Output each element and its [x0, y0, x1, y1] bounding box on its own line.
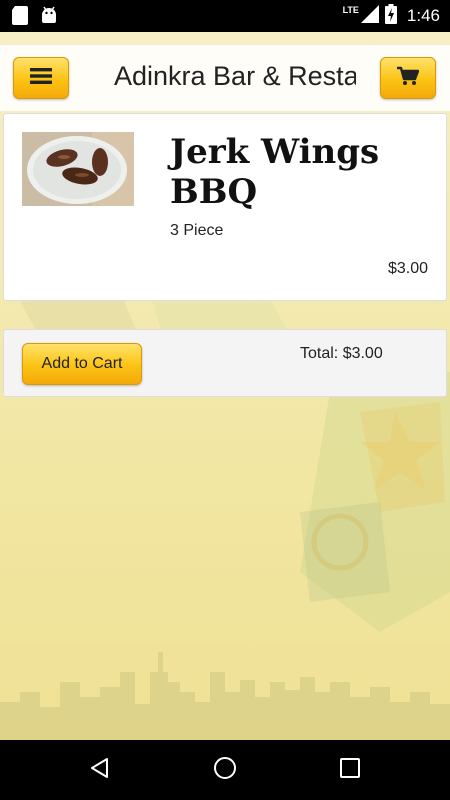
item-price: $3.00 [387, 260, 428, 277]
jerk-wings-photo [22, 132, 134, 206]
back-button[interactable] [84, 754, 116, 786]
recents-icon [340, 758, 360, 782]
sd-card-icon [12, 6, 28, 29]
status-time: 1:46 [406, 6, 440, 25]
menu-item-card: Jerk Wings BBQ 3 Piece $3.00 [3, 113, 447, 301]
back-icon [89, 757, 111, 783]
item-description: 3 Piece [170, 222, 224, 239]
android-icon [40, 6, 58, 29]
cart-total: Total: $3.00 [300, 345, 383, 362]
item-name: Jerk Wings BBQ [170, 132, 380, 212]
app-bar: Adinkra Bar & Restaurant [0, 45, 450, 111]
battery-charging-icon [384, 4, 397, 28]
network-type: LTE [342, 5, 359, 15]
system-nav-bar [0, 740, 450, 800]
home-icon [213, 756, 237, 784]
cart-bar: Add to Cart Total: $3.00 [3, 329, 447, 397]
home-button[interactable] [209, 754, 241, 786]
recents-button[interactable] [334, 754, 366, 786]
signal-icon [360, 5, 379, 27]
add-to-cart-button[interactable]: Add to Cart [22, 343, 142, 385]
shopping-cart-icon [397, 66, 420, 90]
status-bar: LTE 1:46 [0, 0, 450, 32]
hamburger-menu-icon [30, 67, 52, 89]
menu-button[interactable] [13, 57, 69, 99]
cart-button[interactable] [380, 57, 436, 99]
app-title: Adinkra Bar & Restaurant [114, 61, 356, 91]
